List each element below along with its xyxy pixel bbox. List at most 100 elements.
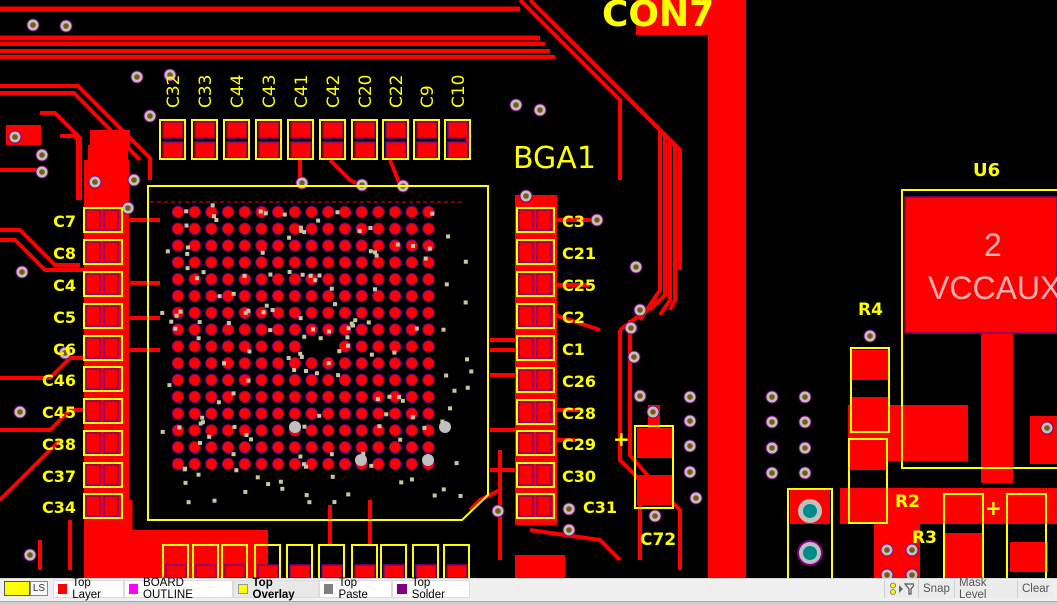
fanout-via bbox=[349, 321, 354, 326]
fanout-via bbox=[270, 308, 275, 313]
left-cap-pad bbox=[85, 209, 101, 231]
layer-tab-top-solder[interactable]: Top Solder bbox=[392, 577, 470, 601]
bga-ball-copper bbox=[406, 274, 417, 285]
bga-ball-copper bbox=[339, 458, 351, 470]
fanout-via bbox=[286, 355, 291, 360]
top-cap-pad bbox=[162, 121, 184, 139]
polarity-mark-right: + bbox=[985, 496, 1002, 520]
current-layer-swatch[interactable] bbox=[4, 581, 30, 596]
snap-button[interactable]: Snap bbox=[918, 580, 954, 598]
bga-ball-copper bbox=[423, 391, 434, 402]
fanout-via bbox=[226, 321, 231, 326]
left-cap-pad bbox=[103, 241, 119, 263]
right-cap-pad bbox=[536, 369, 552, 391]
bga-ball-copper bbox=[206, 358, 217, 369]
bga-ball-copper bbox=[189, 391, 200, 402]
fanout-via bbox=[222, 361, 227, 366]
fanout-via bbox=[184, 209, 189, 214]
left-cap-label: C8 bbox=[53, 244, 76, 263]
top-cap-pad bbox=[447, 121, 469, 139]
bga-ball-copper bbox=[239, 408, 250, 419]
bga-ball-copper bbox=[323, 274, 334, 285]
top-cap-pad bbox=[385, 121, 407, 139]
layer-tab-top-paste[interactable]: Top Paste bbox=[319, 577, 392, 601]
top-cap-pad bbox=[290, 141, 312, 159]
fanout-via bbox=[454, 461, 459, 466]
filter-icon bbox=[890, 582, 914, 595]
fanout-via bbox=[329, 286, 334, 291]
fanout-via bbox=[186, 500, 191, 505]
bga-ball-copper bbox=[256, 374, 267, 386]
via-hole bbox=[769, 394, 775, 400]
left-cap-pad bbox=[85, 432, 101, 454]
bga-ball-copper bbox=[206, 442, 217, 453]
bga-ball-copper bbox=[339, 425, 351, 436]
top-cap-label: C43 bbox=[260, 74, 280, 108]
fanout-via bbox=[317, 273, 322, 278]
fanout-via bbox=[397, 395, 402, 400]
fanout-via bbox=[185, 245, 190, 250]
bga-ball-copper bbox=[256, 442, 267, 453]
bga-ball-copper bbox=[356, 358, 367, 369]
filter-button[interactable] bbox=[884, 580, 918, 598]
bga-ball-copper bbox=[323, 425, 334, 436]
bga-ball-copper bbox=[339, 442, 351, 453]
fanout-via bbox=[216, 400, 221, 405]
bga-ball-copper bbox=[406, 307, 417, 318]
fanout-via bbox=[178, 309, 183, 314]
bottom-cap-pad bbox=[383, 564, 405, 578]
bga-ball-copper bbox=[423, 341, 434, 352]
bga-ball-copper bbox=[189, 324, 200, 335]
fanout-via bbox=[255, 475, 260, 480]
bga-ball-copper bbox=[323, 206, 334, 218]
pcb-canvas[interactable]: CON7 BGA1 U6 2 VCCAUX R4 R2 R3 C72 + + C… bbox=[0, 0, 1057, 578]
via-hole bbox=[802, 445, 808, 451]
bga-ball-copper bbox=[323, 223, 334, 234]
fanout-via bbox=[368, 249, 373, 254]
right-cap-pad bbox=[536, 305, 552, 327]
via-hole bbox=[628, 325, 634, 331]
bga-ball-copper bbox=[389, 408, 401, 419]
bga-ball-copper bbox=[172, 374, 184, 386]
bga-ball-copper bbox=[339, 358, 351, 369]
layer-tab-board-outline[interactable]: BOARD OUTLINE bbox=[124, 577, 233, 601]
fanout-via bbox=[336, 373, 341, 378]
right-cap-label: C28 bbox=[562, 404, 596, 423]
via-hole bbox=[633, 264, 639, 270]
bga-ball-copper bbox=[406, 341, 417, 352]
right-cap-label: C1 bbox=[562, 340, 585, 359]
bga-ball-copper bbox=[256, 274, 267, 285]
bga-ball-copper bbox=[273, 290, 284, 302]
layer-tab-top-layer[interactable]: Top Layer bbox=[53, 577, 124, 601]
via-hole bbox=[884, 547, 890, 553]
layer-tab-top-overlay[interactable]: Top Overlay bbox=[233, 577, 319, 601]
bga-ball-copper bbox=[206, 341, 217, 352]
clear-button[interactable]: Clear bbox=[1017, 580, 1053, 598]
right-cap-pad bbox=[518, 495, 534, 517]
bga-ball-copper bbox=[172, 341, 184, 352]
mask-level-button[interactable]: Mask Level bbox=[954, 577, 1017, 601]
bga-ball-copper bbox=[206, 458, 217, 470]
left-cap-pad bbox=[103, 368, 119, 390]
bga-ball-copper bbox=[222, 274, 234, 285]
bga-ball-copper bbox=[389, 358, 401, 369]
bga-ball-copper bbox=[339, 307, 351, 318]
fanout-via bbox=[384, 412, 389, 417]
bga-ball-copper bbox=[239, 290, 250, 302]
c72-label: C72 bbox=[640, 530, 676, 550]
top-cap-label: C9 bbox=[418, 85, 438, 108]
right-cap-pad bbox=[536, 241, 552, 263]
fanout-via bbox=[317, 413, 322, 418]
top-cap-pad bbox=[354, 121, 376, 139]
top-cap-label: C42 bbox=[324, 74, 344, 108]
top-cap-pad bbox=[226, 121, 248, 139]
top-cap-pad bbox=[354, 141, 376, 159]
fanout-via bbox=[282, 212, 287, 217]
bga-ball-copper bbox=[373, 274, 384, 285]
via-hole bbox=[631, 354, 637, 360]
pcb-drawing[interactable]: CON7 BGA1 U6 2 VCCAUX R4 R2 R3 C72 + + C… bbox=[0, 0, 1057, 578]
bga-ball-copper bbox=[222, 324, 234, 335]
bga-ball-copper bbox=[256, 257, 267, 268]
current-layer-label[interactable]: LS bbox=[30, 581, 48, 596]
bga-ball-copper bbox=[273, 240, 284, 251]
